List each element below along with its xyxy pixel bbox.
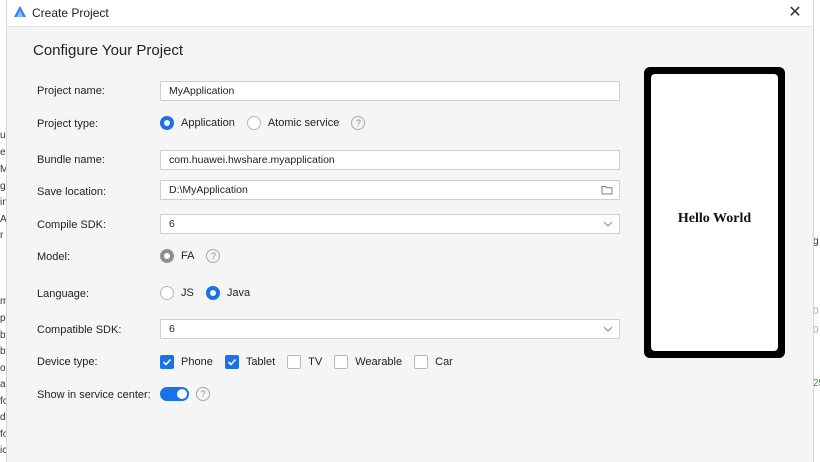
preview-screen: Hello World: [651, 74, 778, 351]
bg-fragment: e: [0, 147, 6, 158]
service-center-toggle[interactable]: [160, 387, 189, 401]
compatible-sdk-value: 6: [169, 323, 175, 335]
radio-java[interactable]: [205, 286, 220, 300]
preview-text: Hello World: [677, 211, 752, 226]
checkbox-tv[interactable]: [287, 355, 302, 369]
close-icon: ✕: [788, 4, 802, 21]
project-name-value: MyApplication: [169, 85, 235, 97]
checkbox-wearable[interactable]: [334, 355, 349, 369]
radio-js[interactable]: [160, 286, 174, 300]
project-name-label: Project name:: [37, 85, 105, 97]
radio-atomic-service-label: Atomic service: [267, 117, 340, 129]
project-name-input[interactable]: MyApplication: [160, 81, 620, 101]
bg-fragment: r: [0, 230, 4, 241]
create-project-dialog: Create Project ✕ Configure Your Project …: [6, 0, 814, 462]
service-center-group: ?: [160, 386, 210, 402]
checkbox-tablet-label: Tablet: [245, 356, 276, 368]
project-type-group: Application Atomic service ?: [160, 115, 366, 131]
help-icon[interactable]: ?: [196, 387, 210, 401]
device-type-label: Device type:: [37, 356, 98, 368]
save-location-label: Save location:: [37, 186, 107, 198]
checkbox-tv-label: TV: [308, 356, 323, 368]
save-location-input[interactable]: D:\MyApplication: [160, 180, 620, 200]
checkbox-car[interactable]: [414, 355, 429, 369]
window-title: Create Project: [32, 6, 109, 20]
compile-sdk-label: Compile SDK:: [37, 219, 107, 231]
project-type-label: Project type:: [37, 118, 99, 130]
radio-atomic-service[interactable]: [246, 116, 261, 130]
checkbox-car-label: Car: [435, 356, 453, 368]
radio-fa-label: FA: [181, 250, 195, 262]
bundle-name-value: com.huawei.hwshare.myapplication: [169, 154, 335, 166]
checkbox-wearable-label: Wearable: [355, 356, 403, 368]
model-group: FA ?: [160, 248, 221, 264]
folder-icon[interactable]: [601, 182, 613, 198]
bundle-name-label: Bundle name:: [37, 154, 105, 166]
compatible-sdk-label: Compatible SDK:: [37, 324, 122, 336]
radio-application[interactable]: [160, 116, 174, 130]
radio-java-label: Java: [226, 287, 251, 299]
checkbox-phone[interactable]: [160, 355, 174, 369]
radio-application-label: Application: [181, 117, 235, 129]
device-preview: Hello World: [644, 67, 785, 358]
language-group: JS Java: [160, 285, 262, 301]
harmony-logo-icon: [14, 6, 26, 17]
model-label: Model:: [37, 251, 71, 263]
bg-fragment: 25: [813, 378, 820, 389]
bg-fragment: b: [0, 346, 6, 357]
close-button[interactable]: ✕: [783, 2, 807, 24]
compatible-sdk-select[interactable]: 6: [160, 319, 620, 339]
help-icon[interactable]: ?: [351, 116, 366, 130]
language-label: Language:: [37, 288, 89, 300]
radio-fa[interactable]: [160, 249, 174, 263]
compile-sdk-select[interactable]: 6: [160, 214, 620, 234]
checkbox-tablet[interactable]: [224, 355, 239, 369]
save-location-value: D:\MyApplication: [169, 184, 248, 196]
device-type-group: Phone Tablet TV Wearable Car: [160, 354, 465, 370]
bg-fragment: b: [0, 330, 6, 341]
bg-fragment: p: [0, 313, 6, 324]
check-icon: [227, 358, 236, 366]
compile-sdk-value: 6: [169, 218, 175, 230]
help-icon[interactable]: ?: [206, 249, 221, 263]
service-center-label: Show in service center:: [37, 389, 151, 401]
bg-fragment: g: [0, 181, 6, 192]
check-icon: [162, 358, 172, 366]
title-bar[interactable]: Create Project ✕: [7, 0, 813, 27]
radio-js-label: JS: [181, 287, 194, 299]
chevron-down-icon: [603, 326, 613, 332]
checkbox-phone-label: Phone: [181, 356, 213, 368]
bg-fragment: d: [0, 412, 6, 423]
bundle-name-input[interactable]: com.huawei.hwshare.myapplication: [160, 150, 620, 170]
chevron-down-icon: [603, 221, 613, 227]
page-title: Configure Your Project: [33, 42, 184, 59]
